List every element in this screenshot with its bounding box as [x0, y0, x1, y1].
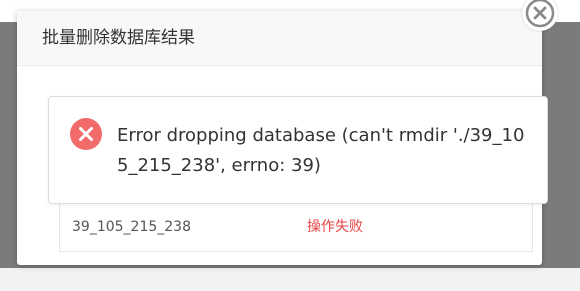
error-message: Error dropping database (can't rmdir './… — [117, 125, 525, 176]
error-alert: Error dropping database (can't rmdir './… — [48, 96, 548, 204]
page-backdrop-bottom — [0, 268, 580, 291]
dialog-header: 批量删除数据库结果 — [17, 11, 542, 66]
table-row: 39_105_215_238 操作失败 — [60, 216, 532, 238]
close-button[interactable] — [522, 0, 558, 31]
error-icon — [69, 117, 103, 151]
batch-delete-result-dialog: 批量删除数据库结果 39_105_215_238 操作失败 Error drop… — [17, 11, 548, 265]
result-table: 39_105_215_238 操作失败 — [59, 196, 533, 252]
database-name-cell: 39_105_215_238 — [72, 219, 191, 235]
dialog-title: 批量删除数据库结果 — [42, 28, 195, 48]
status-cell: 操作失败 — [307, 219, 363, 235]
